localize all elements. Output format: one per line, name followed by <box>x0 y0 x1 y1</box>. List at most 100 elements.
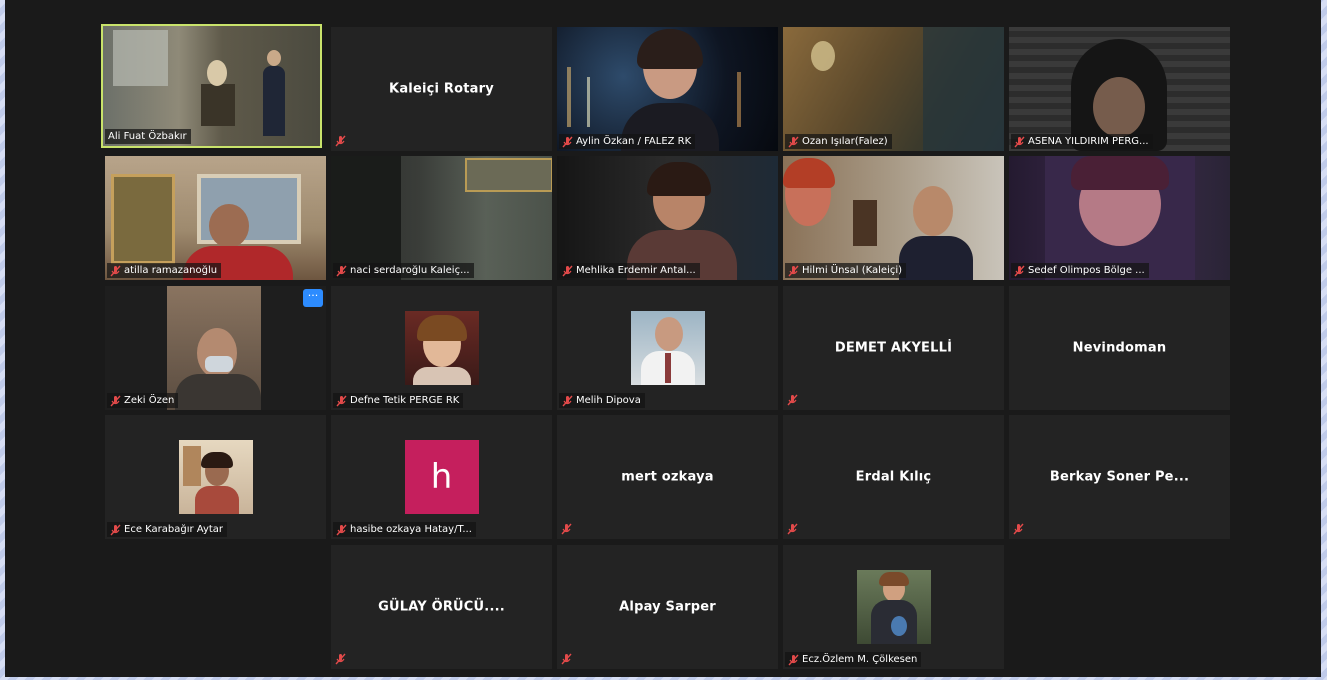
participant-name-badge: Ozan Işılar(Falez) <box>785 134 892 149</box>
participant-name-badge: Ali Fuat Özbakır <box>105 129 191 144</box>
avatar-letter: h <box>404 440 479 514</box>
gallery-view-grid: Ali Fuat Özbakır Kaleiçi Rotary Aylin Öz… <box>5 0 1321 677</box>
participant-name: atilla ramazanoğlu <box>124 265 218 276</box>
participant-display-name: Nevindoman <box>1072 340 1167 356</box>
participant-name-badge: Defne Tetik PERGE RK <box>333 393 464 408</box>
participant-video <box>557 27 778 151</box>
participant-display-name: DEMET AKYELLİ <box>834 340 953 356</box>
participant-tile[interactable]: naci serdaroğlu Kaleiç... <box>331 156 552 280</box>
profile-photo <box>630 311 705 385</box>
muted-mic-icon <box>335 653 346 665</box>
participant-video <box>105 286 326 410</box>
participant-name: ASENA YILDIRIM PERG... <box>1028 136 1149 147</box>
muted-mic-icon <box>1014 265 1025 276</box>
muted-mic-icon <box>788 654 799 665</box>
participant-video <box>783 27 1004 151</box>
participant-tile[interactable]: Erdal Kılıç <box>783 415 1004 539</box>
participant-tile[interactable]: Berkay Soner Pe... <box>1009 415 1230 539</box>
participant-tile[interactable]: Ecz.Özlem M. Çölkesen <box>783 545 1004 669</box>
participant-tile[interactable]: atilla ramazanoğlu <box>105 156 326 280</box>
muted-mic-icon <box>787 523 798 535</box>
participant-name-badge: hasibe ozkaya Hatay/T... <box>333 522 476 537</box>
profile-photo <box>404 311 479 385</box>
participant-tile[interactable]: Ece Karabağır Aytar <box>105 415 326 539</box>
participant-name: Ece Karabağır Aytar <box>124 524 224 535</box>
muted-mic-icon <box>335 135 346 147</box>
participant-video <box>105 156 326 280</box>
participant-name-badge: Zeki Özen <box>107 393 179 408</box>
participant-name: Ozan Işılar(Falez) <box>802 136 888 147</box>
muted-mic-icon <box>336 395 347 406</box>
participant-name: naci serdaroğlu Kaleiç... <box>350 265 470 276</box>
participant-tile[interactable]: Alpay Sarper <box>557 545 778 669</box>
muted-mic-icon <box>110 265 121 276</box>
participant-name: Mehlika Erdemir Antal... <box>576 265 696 276</box>
participant-name: Melih Dipova <box>576 395 641 406</box>
participant-name-badge: Ece Karabağır Aytar <box>107 522 228 537</box>
participant-video <box>1009 156 1230 280</box>
muted-mic-icon <box>561 523 572 535</box>
muted-mic-icon <box>336 524 347 535</box>
participant-video <box>783 156 1004 280</box>
participant-display-name: Erdal Kılıç <box>855 469 932 485</box>
participant-video <box>331 156 552 280</box>
participant-tile[interactable]: h hasibe ozkaya Hatay/T... <box>331 415 552 539</box>
muted-mic-icon <box>562 136 573 147</box>
participant-tile[interactable]: Aylin Özkan / FALEZ RK <box>557 27 778 151</box>
zoom-meeting-window: Ali Fuat Özbakır Kaleiçi Rotary Aylin Öz… <box>5 0 1321 677</box>
profile-photo <box>856 570 931 644</box>
profile-photo <box>178 440 253 514</box>
participant-tile[interactable]: DEMET AKYELLİ <box>783 286 1004 410</box>
participant-name: Sedef Olimpos Bölge ... <box>1028 265 1145 276</box>
more-options-icon[interactable]: ··· <box>303 289 323 307</box>
participant-tile[interactable]: Defne Tetik PERGE RK <box>331 286 552 410</box>
participant-tile[interactable]: Kaleiçi Rotary <box>331 27 552 151</box>
participant-tile[interactable]: Ozan Işılar(Falez) <box>783 27 1004 151</box>
participant-tile[interactable]: GÜLAY ÖRÜCÜ.... <box>331 545 552 669</box>
participant-name-badge: ASENA YILDIRIM PERG... <box>1011 134 1153 149</box>
participant-name: Aylin Özkan / FALEZ RK <box>576 136 692 147</box>
participant-name-badge: Ecz.Özlem M. Çölkesen <box>785 652 922 667</box>
muted-mic-icon <box>110 524 121 535</box>
participant-tile[interactable]: Melih Dipova <box>557 286 778 410</box>
muted-mic-icon <box>1014 136 1025 147</box>
muted-mic-icon <box>562 265 573 276</box>
participant-tile[interactable]: Sedef Olimpos Bölge ... <box>1009 156 1230 280</box>
participant-name-badge: Melih Dipova <box>559 393 645 408</box>
participant-display-name: mert ozkaya <box>621 469 714 485</box>
muted-mic-icon <box>561 653 572 665</box>
participant-display-name: Berkay Soner Pe... <box>1049 469 1190 485</box>
muted-mic-icon <box>788 136 799 147</box>
participant-tile[interactable]: Mehlika Erdemir Antal... <box>557 156 778 280</box>
participant-name: Hilmi Ünsal (Kaleiçi) <box>802 265 903 276</box>
participant-name: Zeki Özen <box>124 395 175 406</box>
participant-video <box>557 156 778 280</box>
participant-tile[interactable]: mert ozkaya <box>557 415 778 539</box>
muted-mic-icon <box>110 395 121 406</box>
participant-name-badge: Sedef Olimpos Bölge ... <box>1011 263 1149 278</box>
participant-tile[interactable]: ASENA YILDIRIM PERG... <box>1009 27 1230 151</box>
participant-name-badge: naci serdaroğlu Kaleiç... <box>333 263 474 278</box>
participant-display-name: Kaleiçi Rotary <box>389 81 494 97</box>
muted-mic-icon <box>336 265 347 276</box>
participant-tile[interactable]: ··· Zeki Özen <box>105 286 326 410</box>
participant-name: Ali Fuat Özbakır <box>108 131 187 142</box>
participant-name-badge: Aylin Özkan / FALEZ RK <box>559 134 696 149</box>
participant-name-badge: atilla ramazanoğlu <box>107 263 222 278</box>
participant-name: Defne Tetik PERGE RK <box>350 395 460 406</box>
muted-mic-icon <box>787 394 798 406</box>
participant-display-name: Alpay Sarper <box>619 599 716 615</box>
participant-name-badge: Hilmi Ünsal (Kaleiçi) <box>785 263 907 278</box>
participant-display-name: GÜLAY ÖRÜCÜ.... <box>378 599 505 615</box>
participant-name: hasibe ozkaya Hatay/T... <box>350 524 472 535</box>
muted-mic-icon <box>562 395 573 406</box>
participant-name: Ecz.Özlem M. Çölkesen <box>802 654 918 665</box>
participant-video <box>1009 27 1230 151</box>
participant-video <box>103 26 320 146</box>
muted-mic-icon <box>788 265 799 276</box>
participant-name-badge: Mehlika Erdemir Antal... <box>559 263 700 278</box>
participant-tile[interactable]: Ali Fuat Özbakır <box>101 24 322 148</box>
participant-tile[interactable]: Hilmi Ünsal (Kaleiçi) <box>783 156 1004 280</box>
muted-mic-icon <box>1013 523 1024 535</box>
participant-tile[interactable]: Nevindoman <box>1009 286 1230 410</box>
